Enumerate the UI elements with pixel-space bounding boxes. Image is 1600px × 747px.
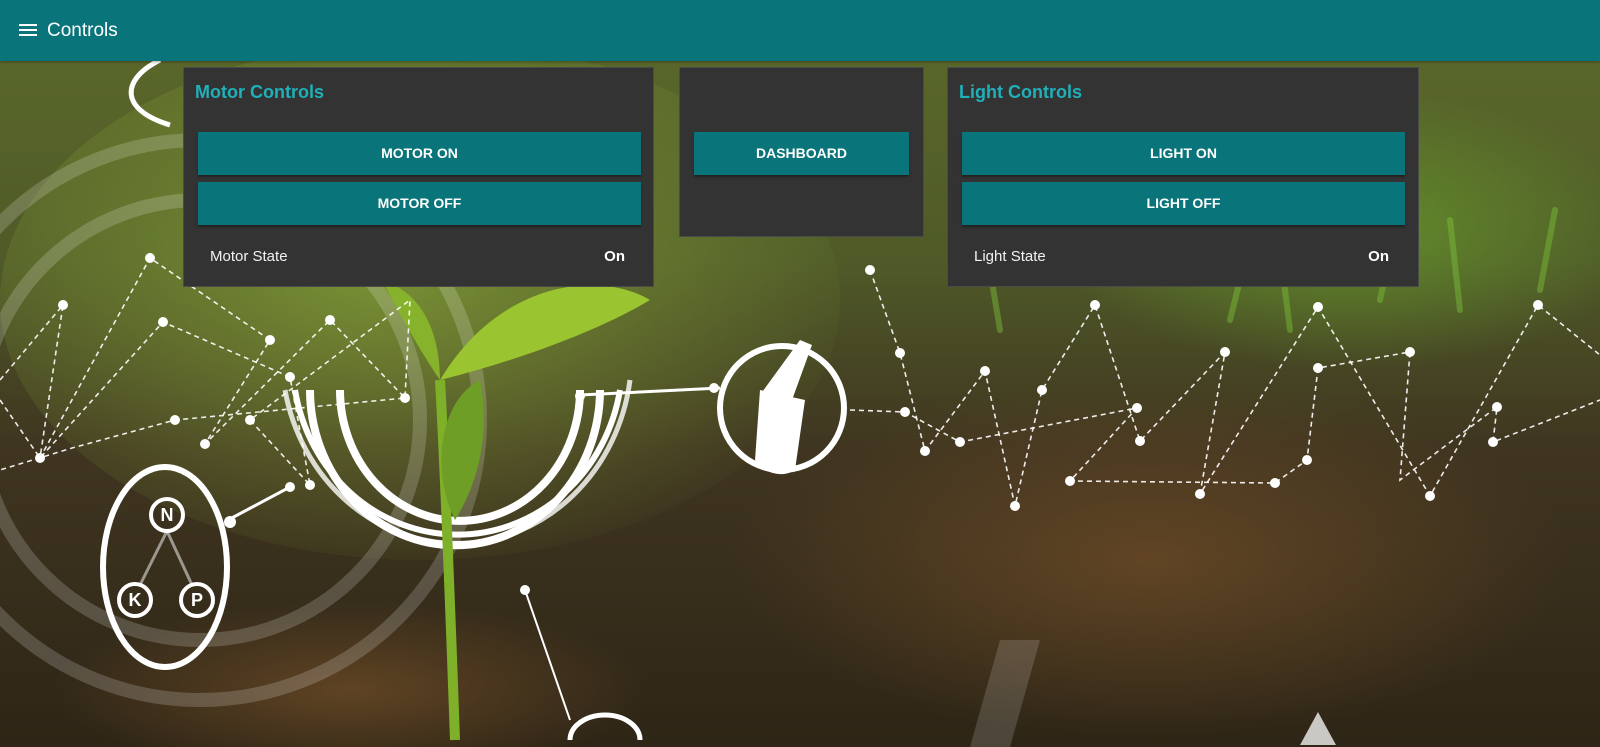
page-title: Controls: [47, 20, 118, 41]
svg-text:K: K: [129, 590, 142, 610]
svg-text:N: N: [161, 505, 174, 525]
hamburger-menu-icon[interactable]: [19, 23, 37, 37]
light-state-label: Light State: [974, 248, 1046, 265]
light-controls-card: Light Controls LIGHT ON LIGHT OFF Light …: [947, 67, 1419, 287]
light-state-value: On: [1368, 248, 1389, 265]
motor-controls-card: Motor Controls MOTOR ON MOTOR OFF Motor …: [183, 67, 654, 287]
motor-on-button[interactable]: MOTOR ON: [198, 132, 641, 175]
motor-off-button[interactable]: MOTOR OFF: [198, 182, 641, 225]
motor-controls-title: Motor Controls: [195, 82, 324, 102]
top-app-bar: Controls: [0, 0, 1600, 61]
svg-text:P: P: [191, 590, 203, 610]
dashboard-button[interactable]: DASHBOARD: [694, 132, 909, 175]
motor-state-value: On: [604, 248, 625, 265]
motor-state-label: Motor State: [210, 248, 288, 265]
navigation-card: DASHBOARD: [679, 67, 924, 237]
light-off-button[interactable]: LIGHT OFF: [962, 182, 1405, 225]
light-controls-title: Light Controls: [959, 82, 1082, 102]
light-on-button[interactable]: LIGHT ON: [962, 132, 1405, 175]
